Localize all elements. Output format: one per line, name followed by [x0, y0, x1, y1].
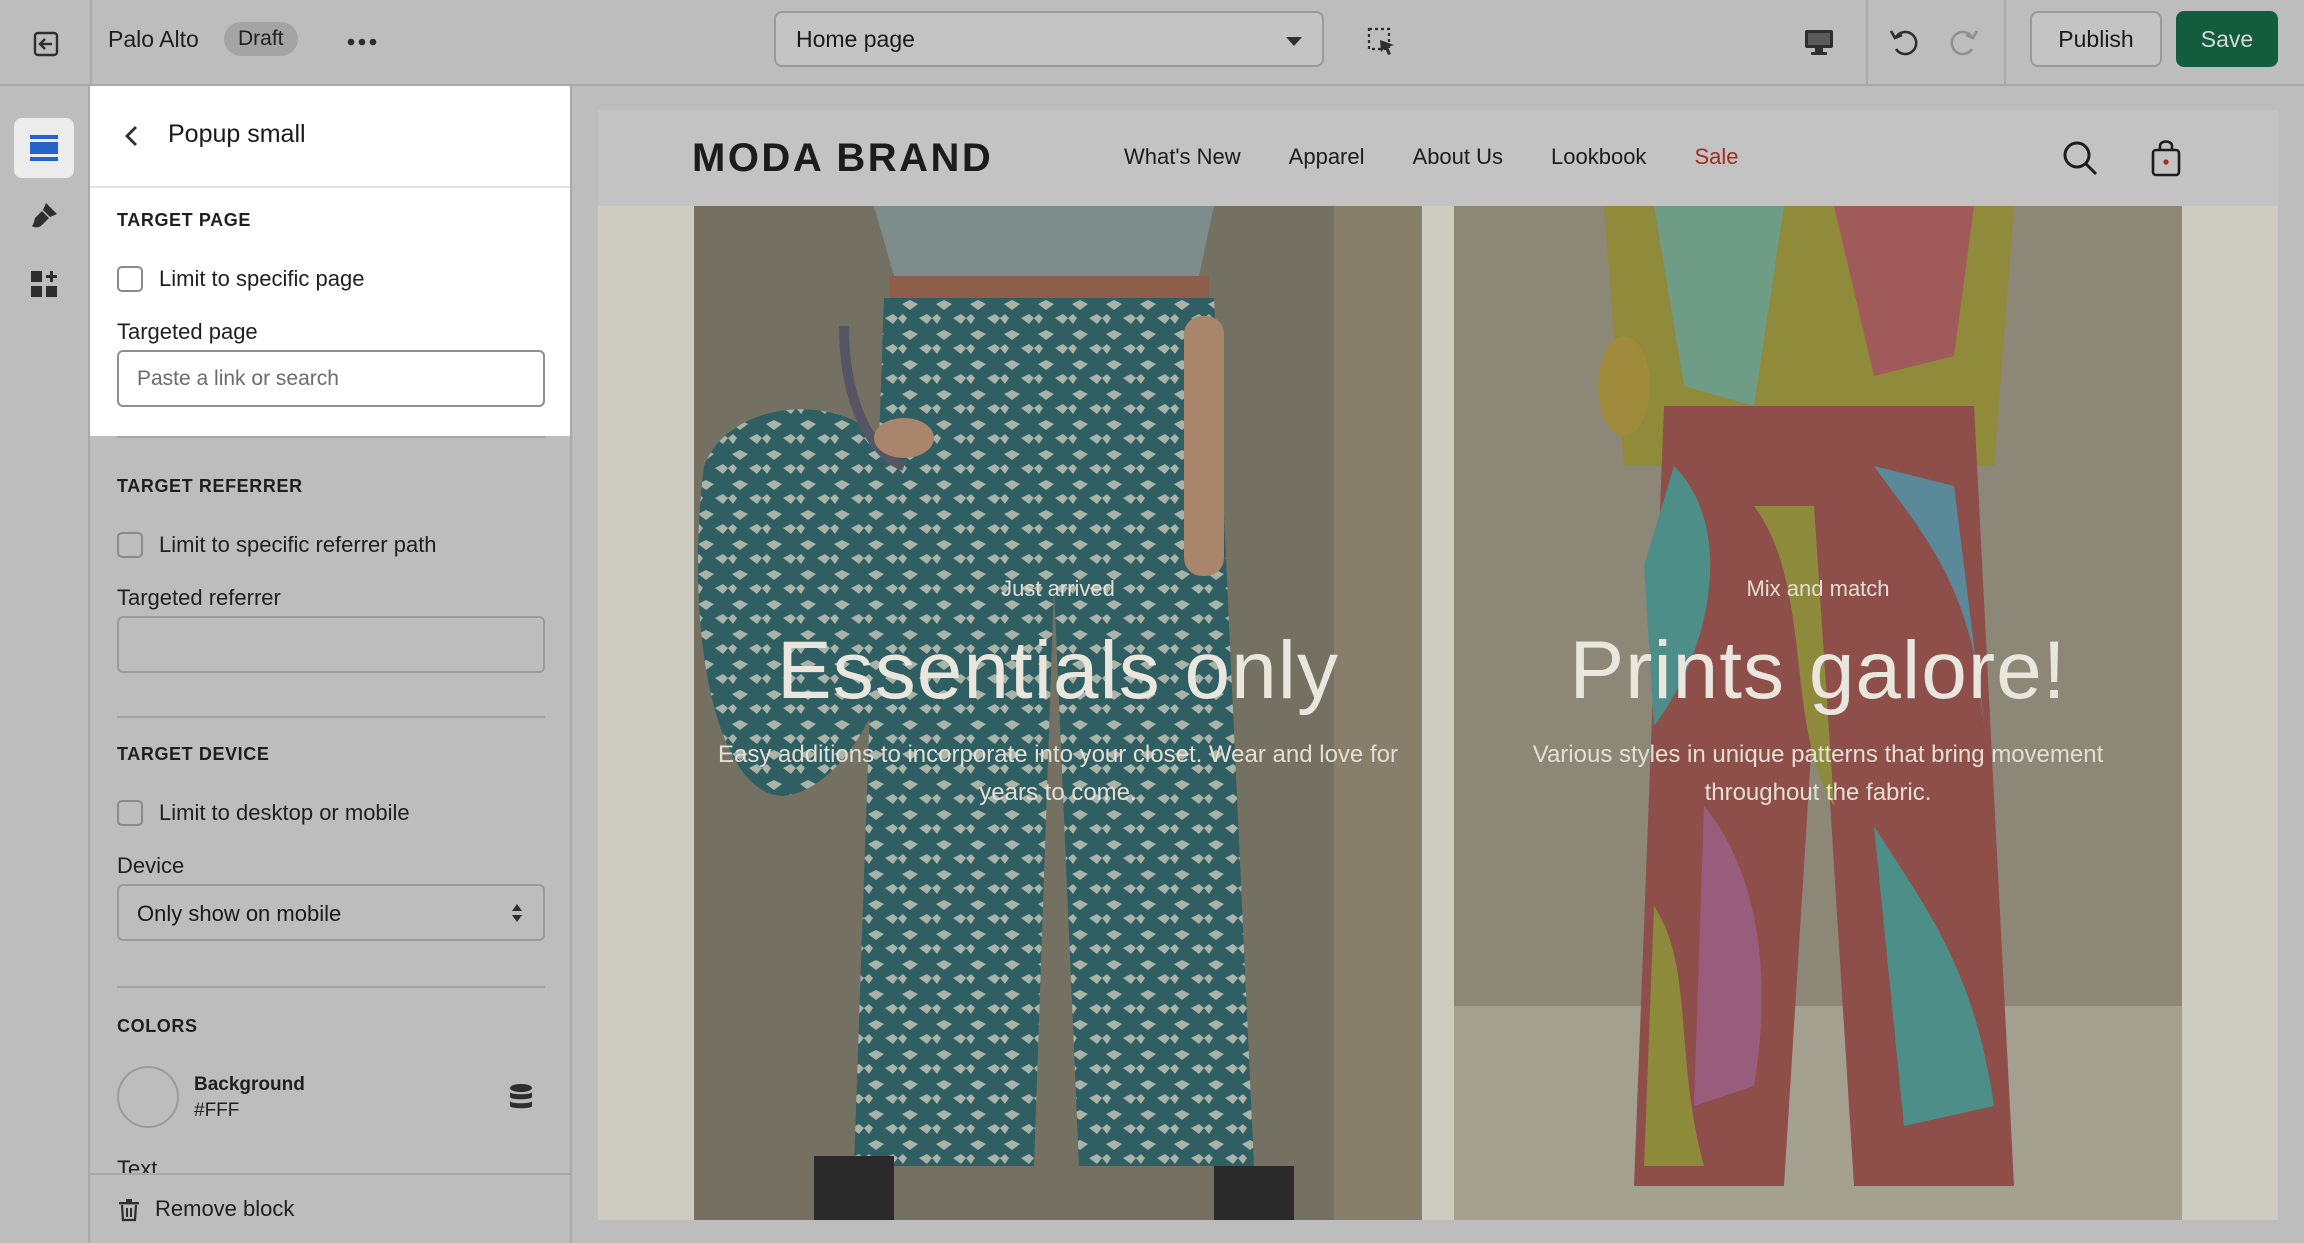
exit-icon [33, 31, 59, 57]
panel-header: Popup small [90, 86, 570, 188]
limit-page-checkbox[interactable] [117, 266, 143, 292]
target-page-section: TARGET PAGE Limit to specific page Targe… [90, 188, 570, 436]
exit-editor-button[interactable] [24, 22, 68, 66]
header-cart-button[interactable] [2144, 136, 2188, 180]
more-actions-button[interactable] [340, 20, 384, 64]
save-button[interactable]: Save [2176, 11, 2278, 67]
page-selector[interactable]: Home page [774, 11, 1324, 67]
sidebar-rail [0, 86, 90, 1243]
targeted-referrer-input[interactable] [117, 616, 545, 673]
card-description: Various styles in unique patterns that b… [1532, 741, 2104, 806]
select-arrows-icon [512, 904, 522, 922]
site-header: MODA BRAND What's New Apparel About Us L… [598, 110, 2278, 206]
limit-referrer-checkbox-row[interactable]: Limit to specific referrer path [117, 530, 437, 560]
desktop-icon [1805, 30, 1833, 55]
inspector-button[interactable] [1360, 20, 1404, 64]
block-settings-panel: Popup small TARGET PAGE Limit to specifi… [90, 86, 572, 1243]
rail-sections-button[interactable] [14, 118, 74, 178]
field-label: Targeted referrer [117, 585, 281, 610]
main-nav: What's New Apparel About Us Lookbook Sal… [1124, 144, 1738, 170]
checkbox-label: Limit to desktop or mobile [159, 800, 410, 825]
color-setting-value: #FFF [194, 1100, 240, 1121]
sections-icon [30, 135, 58, 161]
divider [117, 986, 545, 988]
header-search-button[interactable] [2058, 136, 2102, 180]
field-label: Targeted page [117, 319, 258, 344]
nav-link-about-us[interactable]: About Us [1413, 144, 1504, 170]
device-preview-button[interactable] [1796, 20, 1842, 64]
status-badge: Draft [224, 22, 298, 56]
remove-block-label: Remove block [155, 1196, 295, 1221]
card-headline: Prints galore! [1569, 625, 2067, 716]
rail-theme-settings-button[interactable] [14, 186, 74, 246]
color-setting-name: Background [194, 1074, 305, 1095]
device-select-value: Only show on mobile [137, 901, 342, 926]
more-icon [347, 38, 377, 46]
checkbox-label: Limit to specific page [159, 266, 365, 291]
inspector-icon [1367, 27, 1394, 55]
undo-icon [1889, 30, 1918, 56]
limit-page-checkbox-row[interactable]: Limit to specific page [117, 264, 364, 294]
nav-link-apparel[interactable]: Apparel [1289, 144, 1365, 170]
card-text: Mix and match Prints galore! Various sty… [1454, 576, 2182, 812]
divider [117, 436, 545, 438]
editor-topbar: Palo Alto Draft Home page Publish Save [0, 0, 2304, 86]
caret-down-icon [1286, 37, 1302, 46]
divider [117, 716, 545, 718]
redo-button[interactable] [1942, 20, 1986, 64]
page-selector-value: Home page [796, 26, 915, 52]
rail-app-blocks-button[interactable] [14, 254, 74, 314]
targeted-page-input[interactable] [117, 350, 545, 407]
section-heading: TARGET PAGE [117, 210, 251, 230]
section-heading: TARGET REFERRER [117, 476, 303, 496]
publish-button[interactable]: Publish [2030, 11, 2162, 67]
section-heading: COLORS [117, 1016, 198, 1036]
storefront-preview[interactable]: MODA BRAND What's New Apparel About Us L… [598, 110, 2278, 1220]
topbar-divider [1866, 0, 1868, 86]
field-label: Device [117, 853, 185, 878]
device-select[interactable]: Only show on mobile [117, 884, 545, 941]
app-blocks-icon [31, 271, 57, 297]
remove-block-button[interactable]: Remove block [90, 1173, 570, 1243]
card-description: Easy additions to incorporate into your … [718, 741, 1398, 806]
search-icon [2063, 141, 2098, 176]
undo-button[interactable] [1882, 20, 1926, 64]
card-headline: Essentials only [777, 625, 1339, 716]
nav-link-whats-new[interactable]: What's New [1124, 144, 1241, 170]
topbar-divider [90, 0, 92, 86]
color-scheme-button[interactable] [506, 1082, 536, 1112]
limit-referrer-checkbox[interactable] [117, 532, 143, 558]
limit-device-checkbox[interactable] [117, 800, 143, 826]
cart-icon [2151, 140, 2181, 177]
collection-card[interactable]: Just arrived Essentials only Easy additi… [694, 206, 1422, 1220]
nav-link-sale[interactable]: Sale [1694, 144, 1738, 170]
back-button[interactable] [112, 116, 152, 156]
card-eyebrow: Just arrived [1001, 576, 1115, 601]
trash-icon [114, 1195, 144, 1225]
preview-area: MODA BRAND What's New Apparel About Us L… [572, 86, 2304, 1243]
checkbox-label: Limit to specific referrer path [159, 532, 437, 557]
card-text: Just arrived Essentials only Easy additi… [694, 576, 1422, 812]
nav-link-lookbook[interactable]: Lookbook [1551, 144, 1646, 170]
brand-logo[interactable]: MODA BRAND [692, 136, 993, 181]
theme-settings-icon [32, 203, 57, 228]
store-name: Palo Alto [108, 26, 199, 52]
background-color-swatch[interactable] [117, 1066, 179, 1128]
panel-title: Popup small [168, 120, 306, 148]
card-eyebrow: Mix and match [1746, 576, 1890, 601]
database-icon [510, 1084, 532, 1109]
back-chevron-icon [125, 126, 137, 146]
limit-device-checkbox-row[interactable]: Limit to desktop or mobile [117, 798, 410, 828]
redo-icon [1950, 30, 1979, 56]
section-heading: TARGET DEVICE [117, 744, 270, 764]
collection-card[interactable]: Mix and match Prints galore! Various sty… [1454, 206, 2182, 1220]
topbar-divider [2004, 0, 2006, 86]
